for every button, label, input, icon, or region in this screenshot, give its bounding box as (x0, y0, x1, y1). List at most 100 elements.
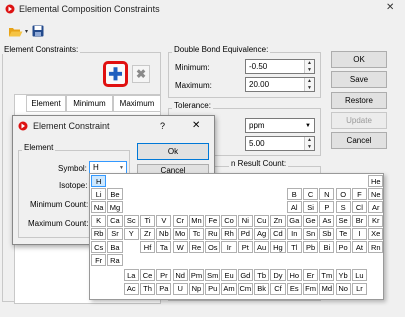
dropdown-arrow-icon[interactable]: ▾ (25, 28, 28, 35)
element-cell-be[interactable]: Be (107, 188, 123, 201)
element-cell-yb[interactable]: Yb (335, 269, 351, 282)
element-cell-sm[interactable]: Sm (205, 269, 221, 282)
element-cell-cf[interactable]: Cf (270, 282, 286, 295)
floppy-disk-icon[interactable] (32, 25, 44, 37)
element-cell-ne[interactable]: Ne (368, 188, 384, 201)
element-cell-w[interactable]: W (172, 241, 188, 253)
element-cell-na[interactable]: Na (91, 201, 107, 214)
element-cell-as[interactable]: As (319, 214, 335, 227)
element-cell-te[interactable]: Te (335, 227, 351, 240)
element-cell-xe[interactable]: Xe (368, 227, 384, 240)
update-button[interactable]: Update (331, 112, 387, 129)
column-header-element[interactable]: Element (26, 95, 66, 112)
element-cell-rn[interactable]: Rn (368, 241, 384, 253)
element-cell-n[interactable]: N (319, 188, 335, 201)
folder-open-icon[interactable] (8, 26, 24, 38)
element-cell-al[interactable]: Al (286, 201, 302, 214)
close-icon[interactable]: ✕ (386, 2, 394, 13)
element-cell-s[interactable]: S (335, 201, 351, 214)
element-cell-i[interactable]: I (351, 227, 368, 240)
element-cell-br[interactable]: Br (351, 214, 368, 227)
element-cell-tb[interactable]: Tb (254, 269, 270, 282)
cancel-button[interactable]: Cancel (331, 132, 387, 149)
element-cell-pr[interactable]: Pr (156, 269, 172, 282)
element-cell-rh[interactable]: Rh (221, 227, 237, 240)
element-cell-cd[interactable]: Cd (270, 227, 286, 240)
element-cell-cr[interactable]: Cr (172, 214, 188, 227)
element-cell-pb[interactable]: Pb (302, 241, 319, 253)
remove-element-button[interactable]: ✖ (132, 65, 150, 83)
element-cell-gd[interactable]: Gd (237, 269, 253, 282)
element-cell-np[interactable]: Np (188, 282, 205, 295)
element-cell-nd[interactable]: Nd (172, 269, 188, 282)
element-cell-ce[interactable]: Ce (139, 269, 156, 282)
element-cell-ba[interactable]: Ba (107, 241, 123, 253)
element-cell-po[interactable]: Po (335, 241, 351, 253)
element-cell-os[interactable]: Os (205, 241, 221, 253)
element-cell-hg[interactable]: Hg (270, 241, 286, 253)
element-cell-at[interactable]: At (351, 241, 368, 253)
dbe-min-stepper[interactable]: ▲ ▼ (304, 60, 314, 73)
element-cell-ta[interactable]: Ta (156, 241, 172, 253)
element-cell-au[interactable]: Au (254, 241, 270, 253)
element-cell-li[interactable]: Li (91, 188, 107, 201)
element-cell-k[interactable]: K (91, 214, 107, 227)
element-cell-la[interactable]: La (123, 269, 139, 282)
element-cell-ru[interactable]: Ru (205, 227, 221, 240)
element-cell-f[interactable]: F (351, 188, 368, 201)
element-cell-b[interactable]: B (286, 188, 302, 201)
element-cell-tc[interactable]: Tc (188, 227, 205, 240)
dialog-ok-button[interactable]: Ok (137, 143, 209, 160)
element-cell-fm[interactable]: Fm (302, 282, 319, 295)
element-cell-lu[interactable]: Lu (351, 269, 368, 282)
element-cell-ac[interactable]: Ac (123, 282, 139, 295)
element-cell-pu[interactable]: Pu (205, 282, 221, 295)
ok-button[interactable]: OK (331, 51, 387, 68)
element-cell-fr[interactable]: Fr (91, 254, 107, 267)
element-cell-hf[interactable]: Hf (139, 241, 156, 253)
element-cell-no[interactable]: No (335, 282, 351, 295)
element-cell-er[interactable]: Er (302, 269, 319, 282)
element-cell-se[interactable]: Se (335, 214, 351, 227)
element-cell-md[interactable]: Md (319, 282, 335, 295)
tolerance-unit-select[interactable]: ppm ▼ (245, 118, 315, 133)
element-cell-mo[interactable]: Mo (172, 227, 188, 240)
restore-button[interactable]: Restore (331, 92, 387, 109)
element-cell-mg[interactable]: Mg (107, 201, 123, 214)
element-cell-co[interactable]: Co (221, 214, 237, 227)
element-cell-in[interactable]: In (286, 227, 302, 240)
column-header-maximum[interactable]: Maximum (113, 95, 161, 112)
element-cell-re[interactable]: Re (188, 241, 205, 253)
element-cell-v[interactable]: V (156, 214, 172, 227)
element-cell-am[interactable]: Am (221, 282, 237, 295)
element-cell-zr[interactable]: Zr (139, 227, 156, 240)
element-cell-p[interactable]: P (319, 201, 335, 214)
element-cell-o[interactable]: O (335, 188, 351, 201)
element-cell-ra[interactable]: Ra (107, 254, 123, 267)
element-cell-fe[interactable]: Fe (205, 214, 221, 227)
element-cell-th[interactable]: Th (139, 282, 156, 295)
element-cell-tm[interactable]: Tm (319, 269, 335, 282)
element-cell-es[interactable]: Es (286, 282, 302, 295)
add-element-button[interactable]: ✚ (103, 61, 128, 87)
element-cell-rb[interactable]: Rb (91, 227, 107, 240)
element-cell-pm[interactable]: Pm (188, 269, 205, 282)
help-icon[interactable]: ? (160, 121, 165, 131)
element-cell-sr[interactable]: Sr (107, 227, 123, 240)
element-cell-sn[interactable]: Sn (302, 227, 319, 240)
element-cell-cs[interactable]: Cs (91, 241, 107, 253)
element-cell-zn[interactable]: Zn (270, 214, 286, 227)
dialog-close-icon[interactable]: ✕ (192, 120, 200, 131)
element-cell-kr[interactable]: Kr (368, 214, 384, 227)
element-cell-ti[interactable]: Ti (139, 214, 156, 227)
element-cell-lr[interactable]: Lr (351, 282, 368, 295)
element-cell-cl[interactable]: Cl (351, 201, 368, 214)
element-cell-ga[interactable]: Ga (286, 214, 302, 227)
element-cell-mn[interactable]: Mn (188, 214, 205, 227)
element-cell-eu[interactable]: Eu (221, 269, 237, 282)
element-cell-pa[interactable]: Pa (156, 282, 172, 295)
element-cell-ge[interactable]: Ge (302, 214, 319, 227)
dbe-max-stepper[interactable]: ▲ ▼ (304, 78, 314, 91)
element-cell-he[interactable]: He (368, 175, 384, 187)
element-cell-ho[interactable]: Ho (286, 269, 302, 282)
